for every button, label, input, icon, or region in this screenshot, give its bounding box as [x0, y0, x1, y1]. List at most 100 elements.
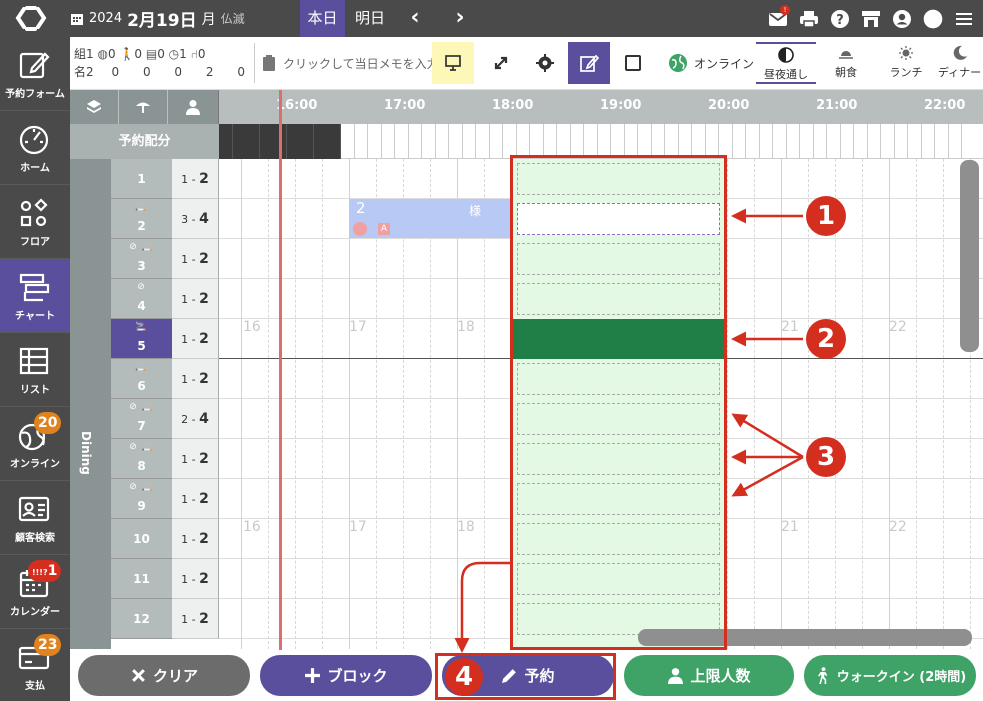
allocation-cell[interactable] — [449, 124, 463, 159]
allocation-cell[interactable] — [516, 124, 530, 159]
allocation-cell[interactable] — [557, 124, 571, 159]
allocation-cell[interactable] — [286, 124, 301, 159]
allocation-cell[interactable] — [719, 124, 733, 159]
sidebar-item-customer-search[interactable]: 顧客検索 — [0, 481, 70, 555]
allocation-cell[interactable] — [300, 124, 314, 159]
allocation-cell[interactable] — [800, 124, 814, 159]
table-row-label[interactable]: ⊘ 🚬 9 — [111, 479, 172, 519]
select-mode-button[interactable] — [612, 42, 654, 84]
allocation-strip[interactable] — [219, 124, 983, 159]
table-row-label[interactable]: 11 — [111, 559, 172, 599]
shop-icon[interactable] — [855, 0, 886, 37]
presentation-button[interactable] — [432, 42, 474, 84]
date-display[interactable]: 2024 2月19日 月 仏滅 — [70, 0, 245, 37]
allocation-cell[interactable] — [462, 124, 476, 159]
block-button[interactable]: ブロック — [260, 655, 432, 696]
clear-button[interactable]: クリア — [78, 655, 250, 696]
table-row-label[interactable]: ⊘ 🚬 7 — [111, 399, 172, 439]
table-row-label[interactable]: 1 — [111, 159, 172, 199]
allocation-cell[interactable] — [908, 124, 922, 159]
allocation-cell[interactable] — [476, 124, 490, 159]
allocation-cell[interactable] — [746, 124, 760, 159]
allocation-cell[interactable] — [246, 124, 260, 159]
allocation-cell[interactable] — [948, 124, 962, 159]
print-icon[interactable] — [793, 0, 824, 37]
sidebar-item-reservation-form[interactable]: 予約フォーム — [0, 37, 70, 111]
mode-breakfast[interactable]: 朝食 — [816, 42, 876, 84]
allocation-cell[interactable] — [354, 124, 368, 159]
online-toggle[interactable]: オンライン — [668, 42, 754, 84]
allocation-cell[interactable] — [570, 124, 584, 159]
allocation-cell[interactable] — [692, 124, 706, 159]
allocation-cell[interactable] — [597, 124, 611, 159]
allocation-cell[interactable] — [921, 124, 935, 159]
sidebar-item-list[interactable]: リスト — [0, 333, 70, 407]
allocation-cell[interactable] — [705, 124, 719, 159]
allocation-cell[interactable] — [773, 124, 787, 159]
layers-button[interactable] — [70, 90, 119, 124]
allocation-cell[interactable] — [759, 124, 773, 159]
settings-button[interactable] — [524, 42, 566, 84]
allocation-cell[interactable] — [827, 124, 841, 159]
sidebar-item-online[interactable]: 20 オンライン — [0, 407, 70, 481]
allocation-cell[interactable] — [611, 124, 625, 159]
table-row-label[interactable]: ⊘ 🚬 3 — [111, 239, 172, 279]
allocation-cell[interactable] — [489, 124, 503, 159]
menu-icon[interactable] — [948, 0, 979, 37]
mode-lunch[interactable]: ランチ — [876, 42, 936, 84]
mail-icon[interactable]: ! — [762, 0, 793, 37]
allocation-cell[interactable] — [530, 124, 544, 159]
capacity-button[interactable] — [168, 90, 217, 124]
sidebar-item-chart[interactable]: チャート — [0, 259, 70, 333]
app-logo-icon[interactable] — [14, 5, 48, 32]
sidebar-item-home[interactable]: ホーム — [0, 111, 70, 185]
allocation-cell[interactable] — [232, 124, 247, 159]
allocation-cell[interactable] — [219, 124, 233, 159]
edit-mode-button[interactable] — [568, 42, 610, 84]
max-people-button[interactable]: 上限人数 — [624, 655, 794, 696]
walkin-button[interactable]: ウォークイン (2時間) — [804, 655, 976, 696]
mode-all-day[interactable]: 昼夜通し — [756, 42, 816, 84]
allocation-cell[interactable] — [665, 124, 679, 159]
allocation-cell[interactable] — [435, 124, 449, 159]
allocation-cell[interactable] — [881, 124, 895, 159]
mode-dinner[interactable]: ディナー — [936, 42, 983, 84]
allocation-cell[interactable] — [584, 124, 598, 159]
table-row-label[interactable]: ⊘ 4 — [111, 279, 172, 319]
allocation-cell[interactable] — [638, 124, 652, 159]
allocation-cell[interactable] — [678, 124, 692, 159]
table-row-label[interactable]: 12 — [111, 599, 172, 639]
allocation-cell[interactable] — [503, 124, 517, 159]
help-icon[interactable]: ? — [824, 0, 855, 37]
today-tab[interactable]: 本日 — [300, 0, 345, 37]
allocation-cell[interactable] — [341, 124, 355, 159]
allocation-cell[interactable] — [368, 124, 382, 159]
allocation-cell[interactable] — [651, 124, 665, 159]
allocation-cell[interactable] — [786, 124, 800, 159]
prev-day-button[interactable]: ‹ — [403, 0, 427, 37]
allocation-cell[interactable] — [813, 124, 827, 159]
table-type-button[interactable] — [119, 90, 168, 124]
allocation-cell[interactable] — [840, 124, 854, 159]
allocation-cell[interactable] — [259, 124, 274, 159]
allocation-cell[interactable] — [935, 124, 949, 159]
allocation-cell[interactable] — [732, 124, 746, 159]
sidebar-item-payment[interactable]: 23 支払 — [0, 629, 70, 701]
table-row-label[interactable]: ⊘ 🚬 8 — [111, 439, 172, 479]
globe-icon[interactable] — [917, 0, 948, 37]
allocation-cell[interactable] — [867, 124, 881, 159]
allocation-cell[interactable] — [854, 124, 868, 159]
allocation-cell[interactable] — [408, 124, 422, 159]
account-icon[interactable] — [886, 0, 917, 37]
table-row-label[interactable]: 🚬 5 — [111, 319, 172, 359]
vertical-scrollbar[interactable] — [960, 160, 979, 352]
sidebar-item-floor[interactable]: フロア — [0, 185, 70, 259]
table-row-label[interactable]: 10 — [111, 519, 172, 559]
next-day-button[interactable]: › — [448, 0, 472, 37]
table-row-label[interactable]: 🚬 6 — [111, 359, 172, 399]
allocation-cell[interactable] — [624, 124, 638, 159]
expand-button[interactable] — [480, 42, 522, 84]
sidebar-item-calendar[interactable]: !!!?1 カレンダー — [0, 555, 70, 629]
allocation-cell[interactable] — [327, 124, 341, 159]
allocation-cell[interactable] — [381, 124, 395, 159]
